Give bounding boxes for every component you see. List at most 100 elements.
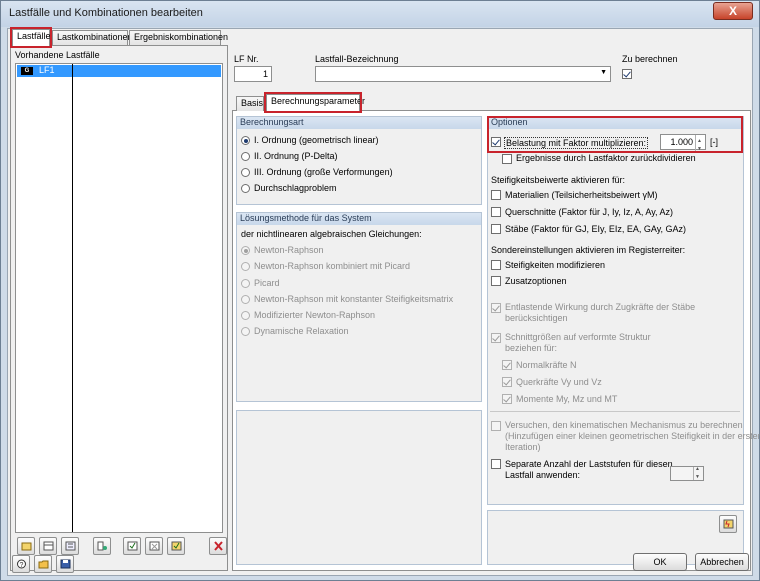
faktor-checkbox[interactable]	[491, 137, 501, 147]
invert-selection-button[interactable]	[167, 537, 185, 555]
materialien-checkbox[interactable]	[491, 190, 501, 200]
tab-berechnungsparameter[interactable]: Berechnungsparameter	[264, 92, 365, 113]
radio-ordnung-1[interactable]	[241, 136, 250, 145]
delete-button[interactable]	[209, 537, 227, 555]
open-button[interactable]	[34, 555, 52, 573]
steif-mod-checkbox[interactable]	[491, 260, 501, 270]
radio-dynamisch[interactable]	[241, 327, 250, 336]
loesungsmethode-heading: Lösungsmethode für das System	[237, 213, 481, 225]
radio-ordnung-2[interactable]	[241, 152, 250, 161]
close-button[interactable]: X	[713, 2, 753, 20]
loadcase-list[interactable]: G LF1	[15, 63, 223, 533]
bezeichnung-combobox[interactable]: ▼	[315, 66, 611, 82]
radio-durchschlag-label: Durchschlagproblem	[254, 183, 337, 193]
separat-checkbox[interactable]	[491, 459, 501, 469]
schnitt-label-1: Schnittgrößen auf verformte Struktur	[505, 332, 651, 342]
tab-basis[interactable]: Basis	[236, 96, 264, 111]
uncheck-icon	[149, 541, 160, 551]
faktor-input[interactable]: 1.000	[660, 134, 706, 156]
ergebnisse-label: Ergebnisse durch Lastfaktor zurückdividi…	[516, 153, 696, 163]
schnitt-checkbox[interactable]	[491, 333, 501, 343]
generate-icon	[97, 541, 107, 551]
new-loadcase-button[interactable]	[17, 537, 35, 555]
calculator-icon	[723, 519, 734, 529]
ergebnisse-checkbox[interactable]	[502, 154, 512, 164]
invert-icon	[171, 541, 182, 551]
numbering-icon	[65, 541, 76, 551]
calculate-button[interactable]	[719, 515, 737, 533]
separat-label-2: Lastfall anwenden:	[505, 470, 581, 480]
tab-lastfaelle[interactable]: Lastfälle	[10, 27, 52, 48]
check-all-button[interactable]	[123, 537, 141, 555]
column-divider	[72, 64, 73, 532]
entlastend-checkbox[interactable]	[491, 303, 501, 313]
radio-newton-raphson[interactable]	[241, 246, 250, 255]
radio-ordnung-2-label: II. Ordnung (P-Delta)	[254, 151, 338, 161]
list-header: Vorhandene Lastfälle	[15, 50, 223, 62]
renumber-button[interactable]	[61, 537, 79, 555]
laststufen-spinner[interactable]	[693, 466, 703, 480]
uncheck-all-button[interactable]	[145, 537, 163, 555]
berechnungsart-group: Berechnungsart I. Ordnung (geometrisch l…	[236, 116, 482, 205]
client-area: Lastfälle Lastkombinationen Ergebniskomb…	[7, 27, 760, 576]
berechnungsart-heading: Berechnungsart	[237, 117, 481, 129]
help-button[interactable]: ?	[12, 555, 30, 573]
radio-ordnung-3[interactable]	[241, 168, 250, 177]
category-badge: G	[21, 67, 33, 75]
faktor-label: Belastung mit Faktor multiplizieren:	[504, 137, 649, 149]
faktor-value: 1.000	[670, 137, 693, 147]
save-icon	[60, 559, 71, 569]
copy-loadcase-button[interactable]	[39, 537, 57, 555]
radio-newton-raphson-label: Newton-Raphson	[254, 245, 324, 255]
bezeichnung-label: Lastfall-Bezeichnung	[315, 54, 399, 64]
normal-checkbox[interactable]	[502, 360, 512, 370]
list-item[interactable]: G LF1	[17, 65, 221, 77]
momente-checkbox[interactable]	[502, 394, 512, 404]
dialog-window: Lastfälle und Kombinationen bearbeiten X…	[0, 0, 760, 581]
querschnitte-checkbox[interactable]	[491, 207, 501, 217]
radio-modifiziert[interactable]	[241, 311, 250, 320]
staebe-checkbox[interactable]	[491, 224, 501, 234]
materialien-label: Materialien (Teilsicherheitsbeiwert γM)	[505, 190, 658, 200]
cancel-button[interactable]: Abbrechen	[695, 553, 749, 571]
ok-button[interactable]: OK	[633, 553, 687, 571]
versuch-checkbox[interactable]	[491, 421, 501, 431]
versuch-label-3: Iteration)	[505, 442, 541, 452]
radio-nr-konstant[interactable]	[241, 295, 250, 304]
entlastend-label-1: Entlastende Wirkung durch Zugkräfte der …	[505, 302, 696, 312]
sonder-heading: Sondereinstellungen aktivieren im Regist…	[491, 245, 686, 255]
separator	[490, 411, 740, 412]
lf-nr-input[interactable]: 1	[234, 66, 272, 82]
zusatz-checkbox[interactable]	[491, 276, 501, 286]
faktor-spinner[interactable]	[695, 134, 705, 156]
radio-picard-label: Picard	[254, 278, 280, 288]
radio-dynamisch-label: Dynamische Relaxation	[254, 326, 349, 336]
laststufen-input[interactable]	[670, 466, 704, 481]
radio-nr-picard[interactable]	[241, 262, 250, 271]
save-button[interactable]	[56, 555, 74, 573]
zu-berechnen-checkbox[interactable]	[622, 69, 632, 79]
steif-heading: Steifigkeitsbeiwerte aktivieren für:	[491, 175, 626, 185]
entlastend-label-2: berücksichtigen	[505, 313, 568, 323]
folder-icon	[38, 560, 49, 569]
loesungsmethode-group: Lösungsmethode für das System der nichtl…	[236, 212, 482, 402]
tab-ergebniskombinationen[interactable]: Ergebniskombinationen	[129, 30, 228, 45]
radio-nr-konstant-label: Newton-Raphson mit konstanter Steifigkei…	[254, 294, 454, 304]
radio-nr-picard-label: Newton-Raphson kombiniert mit Picard	[254, 261, 411, 271]
quer-checkbox[interactable]	[502, 377, 512, 387]
radio-durchschlag[interactable]	[241, 184, 250, 193]
lf-nr-label: LF Nr.	[234, 54, 259, 64]
generate-button[interactable]	[93, 537, 111, 555]
list-item-label: LF1	[39, 65, 55, 75]
faktor-unit: [-]	[710, 137, 718, 147]
empty-group	[236, 410, 482, 565]
radio-picard[interactable]	[241, 279, 250, 288]
table-icon	[43, 541, 54, 551]
steif-mod-label: Steifigkeiten modifizieren	[505, 260, 606, 270]
tab-lastkombinationen[interactable]: Lastkombinationen	[52, 30, 133, 45]
staebe-label: Stäbe (Faktor für GJ, EIy, EIz, EA, GAy,…	[505, 224, 687, 234]
help-icon: ?	[17, 559, 26, 569]
delete-icon	[214, 541, 223, 551]
versuch-label-2: (Hinzufügen einer kleinen geometrischen …	[505, 431, 760, 441]
normal-label: Normalkräfte N	[516, 360, 577, 370]
